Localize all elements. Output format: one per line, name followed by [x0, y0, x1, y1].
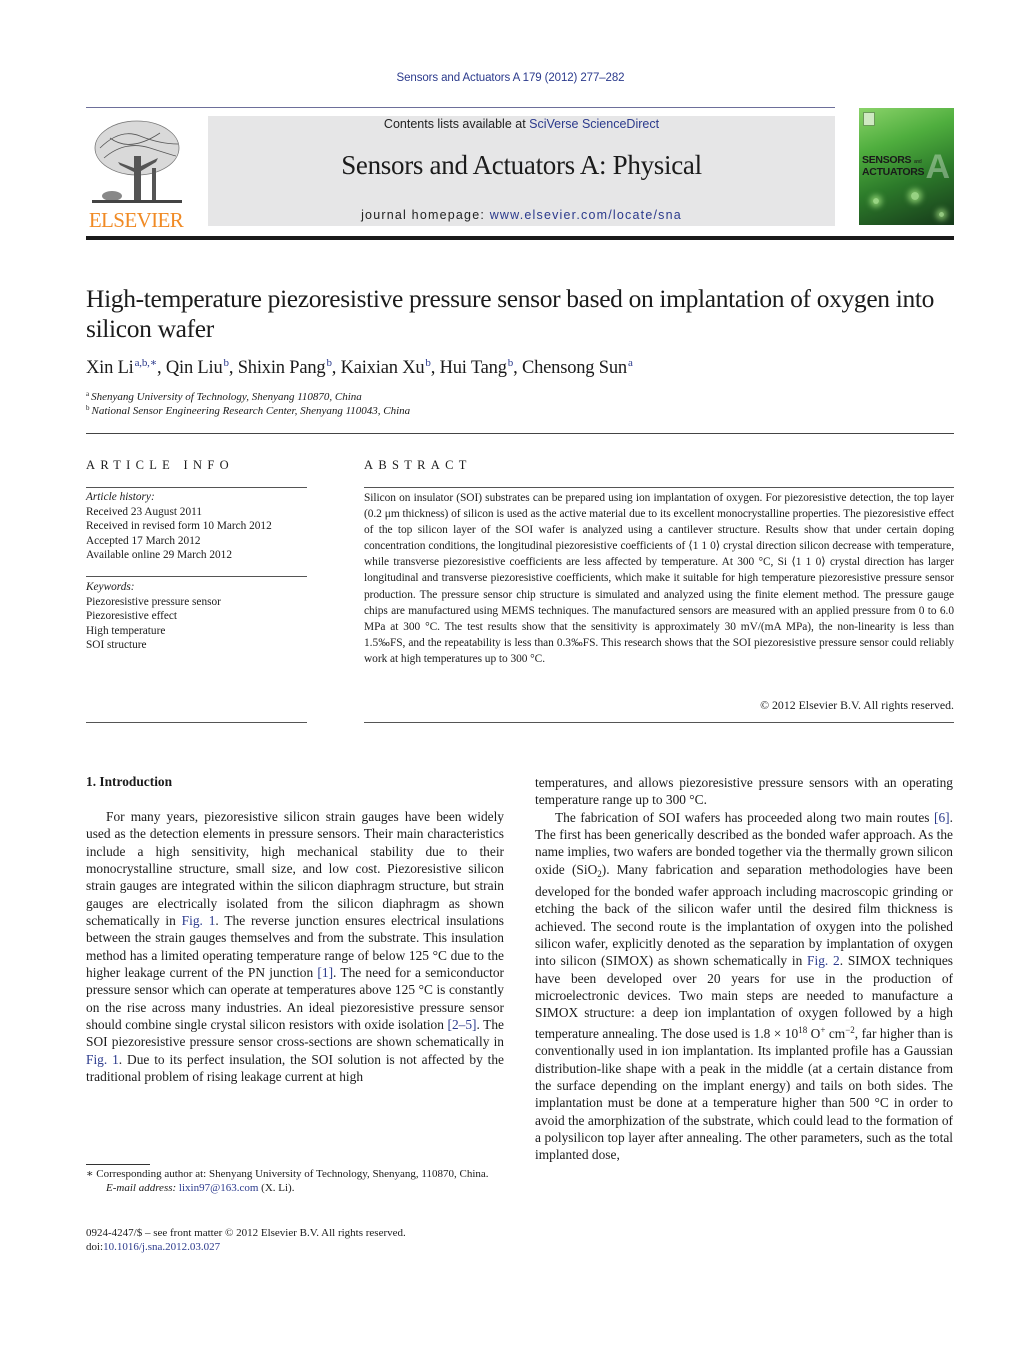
header-rule: [86, 107, 835, 108]
author-affiliation-mark[interactable]: b: [224, 357, 230, 369]
author-affiliation-mark[interactable]: b: [425, 357, 431, 369]
sciencedirect-link[interactable]: SciVerse ScienceDirect: [529, 117, 659, 131]
reference-2-5-link[interactable]: [2–5]: [448, 1017, 477, 1032]
footnote-rule: [86, 1164, 150, 1165]
section-heading-introduction: 1. Introduction: [86, 774, 173, 789]
body-paragraph: For many years, piezoresistive silicon s…: [86, 809, 505, 1085]
keyword-item: SOI structure: [86, 639, 147, 651]
author-name: Kaixian Xu: [340, 358, 425, 378]
reference-6-link[interactable]: [6]: [934, 810, 950, 825]
body-column-right: temperatures, and allows piezoresistive …: [535, 774, 953, 1164]
doi-link[interactable]: 10.1016/j.sna.2012.03.027: [103, 1241, 220, 1253]
elsevier-tree-icon: [92, 120, 182, 203]
cover-title-line1: SENSORS and: [862, 154, 922, 166]
keyword-item: Piezoresistive pressure sensor: [86, 595, 221, 608]
email-link[interactable]: lixin97@163.com: [179, 1182, 259, 1194]
body-paragraph: The fabrication of SOI wafers has procee…: [535, 809, 953, 1163]
abstract-rule: [364, 722, 954, 723]
body-paragraph: temperatures, and allows piezoresistive …: [535, 775, 953, 808]
cover-publisher-icon: [863, 112, 875, 126]
article-history: Article history: Received 23 August 2011…: [86, 490, 316, 563]
abstract-text: Silicon on insulator (SOI) substrates ca…: [364, 492, 954, 665]
cover-light-dot: [873, 198, 879, 204]
homepage-line: journal homepage: www.elsevier.com/locat…: [208, 208, 835, 222]
history-item: Received 23 August 2011: [86, 505, 202, 518]
masthead-thick-rule: [86, 236, 954, 240]
cover-light-dot: [939, 212, 944, 217]
running-head-citation[interactable]: Sensors and Actuators A 179 (2012) 277–2…: [0, 72, 1021, 84]
homepage-prefix: journal homepage:: [361, 208, 490, 222]
article-info-rule: [86, 722, 307, 723]
article-info-heading: ARTICLE INFO: [86, 458, 234, 472]
journal-masthead: Contents lists available at SciVerse Sci…: [208, 116, 835, 226]
author-name: Shixin Pang: [237, 358, 326, 378]
author-name: Chensong Sun: [521, 358, 627, 378]
author-affiliation-mark[interactable]: a,b,∗: [135, 357, 158, 369]
article-info-rule: [86, 576, 307, 577]
corresponding-author-note: ∗ Corresponding author at: Shenyang Univ…: [86, 1168, 489, 1180]
contents-prefix: Contents lists available at: [383, 117, 530, 131]
abstract-rule: [364, 487, 954, 488]
journal-title: Sensors and Actuators A: Physical: [341, 150, 702, 180]
cover-light-dot: [911, 192, 919, 200]
author-affiliation-mark[interactable]: b: [326, 357, 332, 369]
article-title: High-temperature piezoresistive pressure…: [86, 284, 934, 343]
author-name: Qin Liu: [165, 358, 223, 378]
contents-line: Contents lists available at SciVerse Sci…: [208, 117, 835, 131]
author-name: Xin Li: [86, 358, 134, 378]
cover-title-line2: ACTUATORS: [862, 166, 925, 178]
title-block-rule: [86, 433, 954, 434]
keyword-item: High temperature: [86, 624, 166, 637]
journal-homepage-link[interactable]: www.elsevier.com/locate/sna: [490, 208, 682, 222]
keywords: Keywords: Piezoresistive pressure sensor…: [86, 580, 316, 653]
front-matter: 0924-4247/$ – see front matter © 2012 El…: [86, 1226, 504, 1254]
figure-1-link[interactable]: Fig. 1: [182, 913, 216, 928]
figure-2-link[interactable]: Fig. 2: [807, 953, 840, 968]
keyword-item: Piezoresistive effect: [86, 610, 178, 622]
affiliation-b: b National Sensor Engineering Research Ce…: [86, 404, 411, 417]
affiliation-a: a Shenyang University of Technology, Shen…: [86, 390, 362, 403]
article-info-rule: [86, 487, 307, 488]
abstract-heading: ABSTRACT: [364, 458, 472, 472]
elsevier-wordmark: ELSEVIER: [88, 208, 184, 232]
reference-1-link[interactable]: [1]: [317, 965, 333, 980]
footnotes: ∗ Corresponding author at: Shenyang Univ…: [86, 1167, 504, 1195]
body-column-left: For many years, piezoresistive silicon s…: [86, 808, 504, 1086]
figure-1-link[interactable]: Fig. 1: [86, 1052, 119, 1067]
history-item: Received in revised form 10 March 2012: [86, 520, 272, 532]
abstract-copyright: © 2012 Elsevier B.V. All rights reserved…: [760, 698, 954, 712]
history-item: Available online 29 March 2012: [86, 549, 232, 561]
cover-letter: A: [925, 148, 950, 186]
author-affiliation-mark[interactable]: a: [628, 357, 633, 369]
keywords-label: Keywords:: [86, 581, 135, 593]
author-affiliation-mark[interactable]: b: [508, 357, 514, 369]
journal-cover-image[interactable]: A SENSORS and ACTUATORS: [859, 108, 954, 225]
author-name: Hui Tang: [439, 358, 507, 378]
author-list: Xin Lia,b,∗, Qin Liub, Shixin Pangb, Kai…: [86, 357, 633, 378]
article-history-label: Article history:: [86, 491, 155, 503]
doi-line: doi:10.1016/j.sna.2012.03.027: [86, 1241, 221, 1254]
email-note: E-mail address: lixin97@163.com (X. Li).: [106, 1182, 295, 1195]
front-matter-copyright: 0924-4247/$ – see front matter © 2012 El…: [86, 1227, 406, 1239]
elsevier-logo[interactable]: ELSEVIER: [86, 118, 186, 232]
history-item: Accepted 17 March 2012: [86, 534, 201, 547]
